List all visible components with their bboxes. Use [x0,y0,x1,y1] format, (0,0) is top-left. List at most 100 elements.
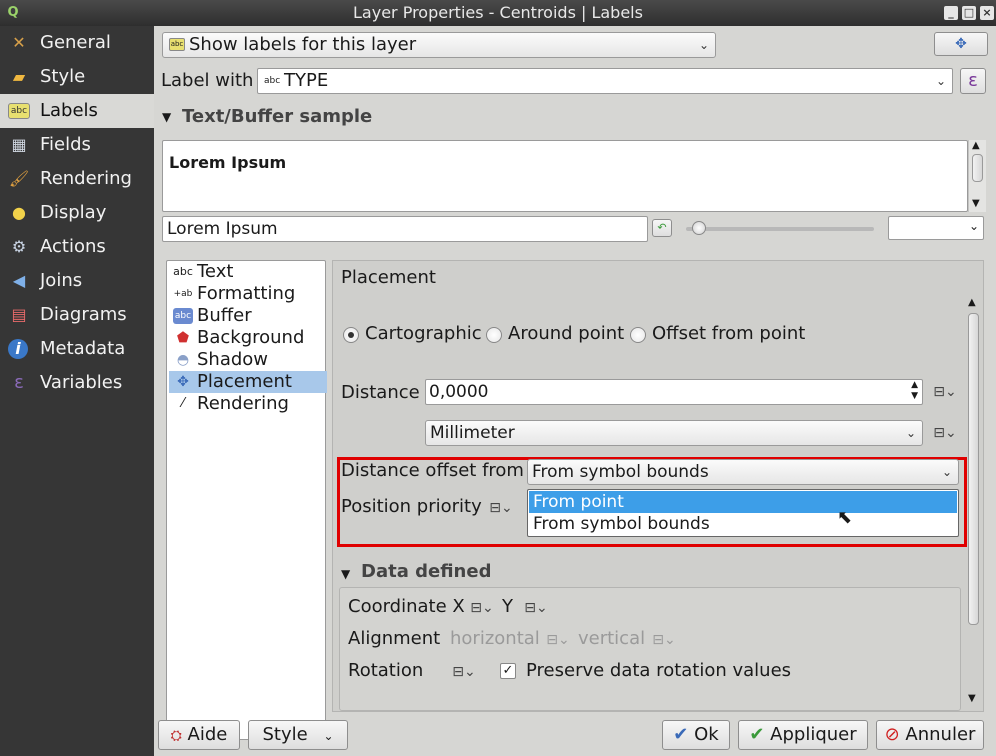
sidelist-item-text[interactable]: abc Text [169,261,327,283]
sample-scrollbar[interactable]: ▲ ▼ [968,140,986,212]
nav-item-rendering[interactable]: 🖌 Rendering [0,162,154,196]
joins-icon: ◀ [12,271,26,290]
shadow-icon: ◓ [176,352,190,368]
data-defined-priority-icon[interactable]: ⊟⌄ [489,498,513,518]
sidelist-item-label: Formatting [197,283,296,304]
label-field-combo[interactable]: abc TYPE ⌄ [257,68,953,94]
apply-button[interactable]: ✔ Appliquer [738,720,868,750]
nav-item-labels[interactable]: abc Labels [0,94,154,128]
data-defined-horizontal-icon[interactable]: ⊟⌄ [546,630,570,650]
ok-button[interactable]: ✔ Ok [662,720,730,750]
label-mode-combo[interactable]: abc Show labels for this layer ⌄ [162,32,716,58]
formatting-icon: +ab [173,289,193,299]
alignment-label: Alignment [348,628,441,649]
abc-tag: abc [264,76,281,86]
label-field-value: TYPE [284,70,329,91]
nav-item-actions[interactable]: ⚙ Actions [0,230,154,264]
reset-sample-button[interactable]: ↶ [652,219,672,237]
layer-settings-button[interactable]: ✥ [934,32,988,56]
data-defined-vertical-icon[interactable]: ⊟⌄ [652,630,676,650]
nav-item-label: Diagrams [40,304,127,325]
dropdown-option-from-symbol-bounds[interactable]: From symbol bounds [529,513,957,535]
chevron-down-icon: ⌄ [968,219,979,233]
scroll-up-icon[interactable]: ▲ [972,140,980,151]
offset-from-value: From symbol bounds [532,462,709,482]
variables-icon: ε [14,372,24,393]
help-button[interactable]: ⛭ Aide [158,720,240,750]
scroll-down-icon[interactable]: ▼ [972,198,980,209]
data-defined-y-icon[interactable]: ⊟⌄ [524,598,548,618]
brush-icon: ⁄ [181,396,185,411]
background-color-combo[interactable]: ⌄ [888,216,984,240]
unit-combo[interactable]: Millimeter ⌄ [425,420,923,446]
position-priority-label: Position priority [341,496,482,517]
sample-text-input[interactable]: Lorem Ipsum [162,216,648,242]
scroll-thumb[interactable] [968,313,979,625]
chevron-down-icon: ⌄ [698,38,709,52]
nav-item-diagrams[interactable]: ▤ Diagrams [0,298,154,332]
scroll-up-icon[interactable]: ▲ [968,297,976,308]
preserve-rotation-label: Preserve data rotation values [526,660,792,681]
data-defined-rotation-icon[interactable]: ⊟⌄ [452,662,476,682]
zoom-slider-track[interactable] [686,227,874,231]
gear-icon: ⚙ [11,237,27,256]
nav-item-style[interactable]: ▰ Style [0,60,154,94]
sidelist-item-rendering[interactable]: ⁄ Rendering [169,393,327,415]
dropdown-option-from-point[interactable]: From point [529,491,957,513]
check-icon: ✔ [673,724,689,745]
help-icon: ⛭ [170,728,182,744]
horizontal-label: horizontal [450,628,540,649]
sample-input-value: Lorem Ipsum [167,219,278,239]
nav-item-general[interactable]: ✕ General [0,26,154,60]
preserve-rotation-checkbox[interactable]: ✓ [500,663,516,679]
sidelist-item-background[interactable]: ⬟ Background [169,327,327,349]
fields-icon: ▦ [11,135,27,154]
collapse-arrow-icon[interactable]: ▼ [162,110,171,124]
epsilon-icon: ε [968,70,978,91]
data-defined-distance-icon[interactable]: ⊟⌄ [933,382,957,402]
radio-offset-from-point[interactable] [630,327,646,343]
sidelist-item-formatting[interactable]: +ab Formatting [169,283,327,305]
sidelist-item-shadow[interactable]: ◓ Shadow [169,349,327,371]
cancel-button[interactable]: ⊘ Annuler [876,720,984,750]
scroll-down-icon[interactable]: ▼ [968,693,976,704]
chevron-down-icon: ⌄ [941,465,952,479]
nav-item-metadata[interactable]: i Metadata [0,332,154,366]
style-button[interactable]: Style ⌄ [248,720,348,750]
cancel-label: Annuler [905,724,976,745]
nav-item-fields[interactable]: ▦ Fields [0,128,154,162]
sidelist-item-placement[interactable]: ✥ Placement [169,371,327,393]
ok-label: Ok [694,724,719,745]
window-title: Layer Properties - Centroids | Labels [353,3,643,22]
radio-cartographic[interactable] [343,327,359,343]
sidelist-item-buffer[interactable]: abc Buffer [169,305,327,327]
expression-button[interactable]: ε [960,68,986,94]
nav-item-variables[interactable]: ε Variables [0,366,154,400]
left-nav: ✕ General ▰ Style abc Labels ▦ Fields 🖌 … [0,26,154,756]
nav-item-label: Variables [40,372,123,393]
scroll-thumb[interactable] [972,154,983,182]
sidelist-item-label: Background [197,327,305,348]
radio-around-point-label: Around point [508,323,625,344]
sidelist: abc Text +ab Formatting abc Buffer ⬟ Bac… [166,260,327,740]
minimize-icon[interactable]: _ [944,6,958,20]
maximize-icon[interactable]: □ [962,6,976,20]
data-defined-unit-icon[interactable]: ⊟⌄ [933,423,957,443]
radio-offset-label: Offset from point [652,323,806,344]
option-label: From point [533,492,624,512]
zoom-slider-handle[interactable] [692,221,706,235]
radio-around-point[interactable] [486,327,502,343]
nav-item-joins[interactable]: ◀ Joins [0,264,154,298]
collapse-arrow-icon[interactable]: ▼ [341,567,350,581]
nav-item-display[interactable]: ● Display [0,196,154,230]
distance-spinbox[interactable]: 0,0000 ▲ ▼ [425,379,923,405]
offset-from-combo[interactable]: From symbol bounds ⌄ [527,459,959,485]
y-label: Y [502,596,513,617]
sample-preview: Lorem Ipsum [162,140,968,212]
data-defined-x-icon[interactable]: ⊟⌄ [470,598,494,618]
label-mode-value: Show labels for this layer [189,34,417,55]
spin-arrows-icon[interactable]: ▲ ▼ [911,380,918,402]
close-icon[interactable]: × [980,6,994,20]
panel-scrollbar[interactable]: ▲ ▼ [965,297,983,709]
placement-panel: Placement Cartographic Around point Offs… [332,260,984,712]
